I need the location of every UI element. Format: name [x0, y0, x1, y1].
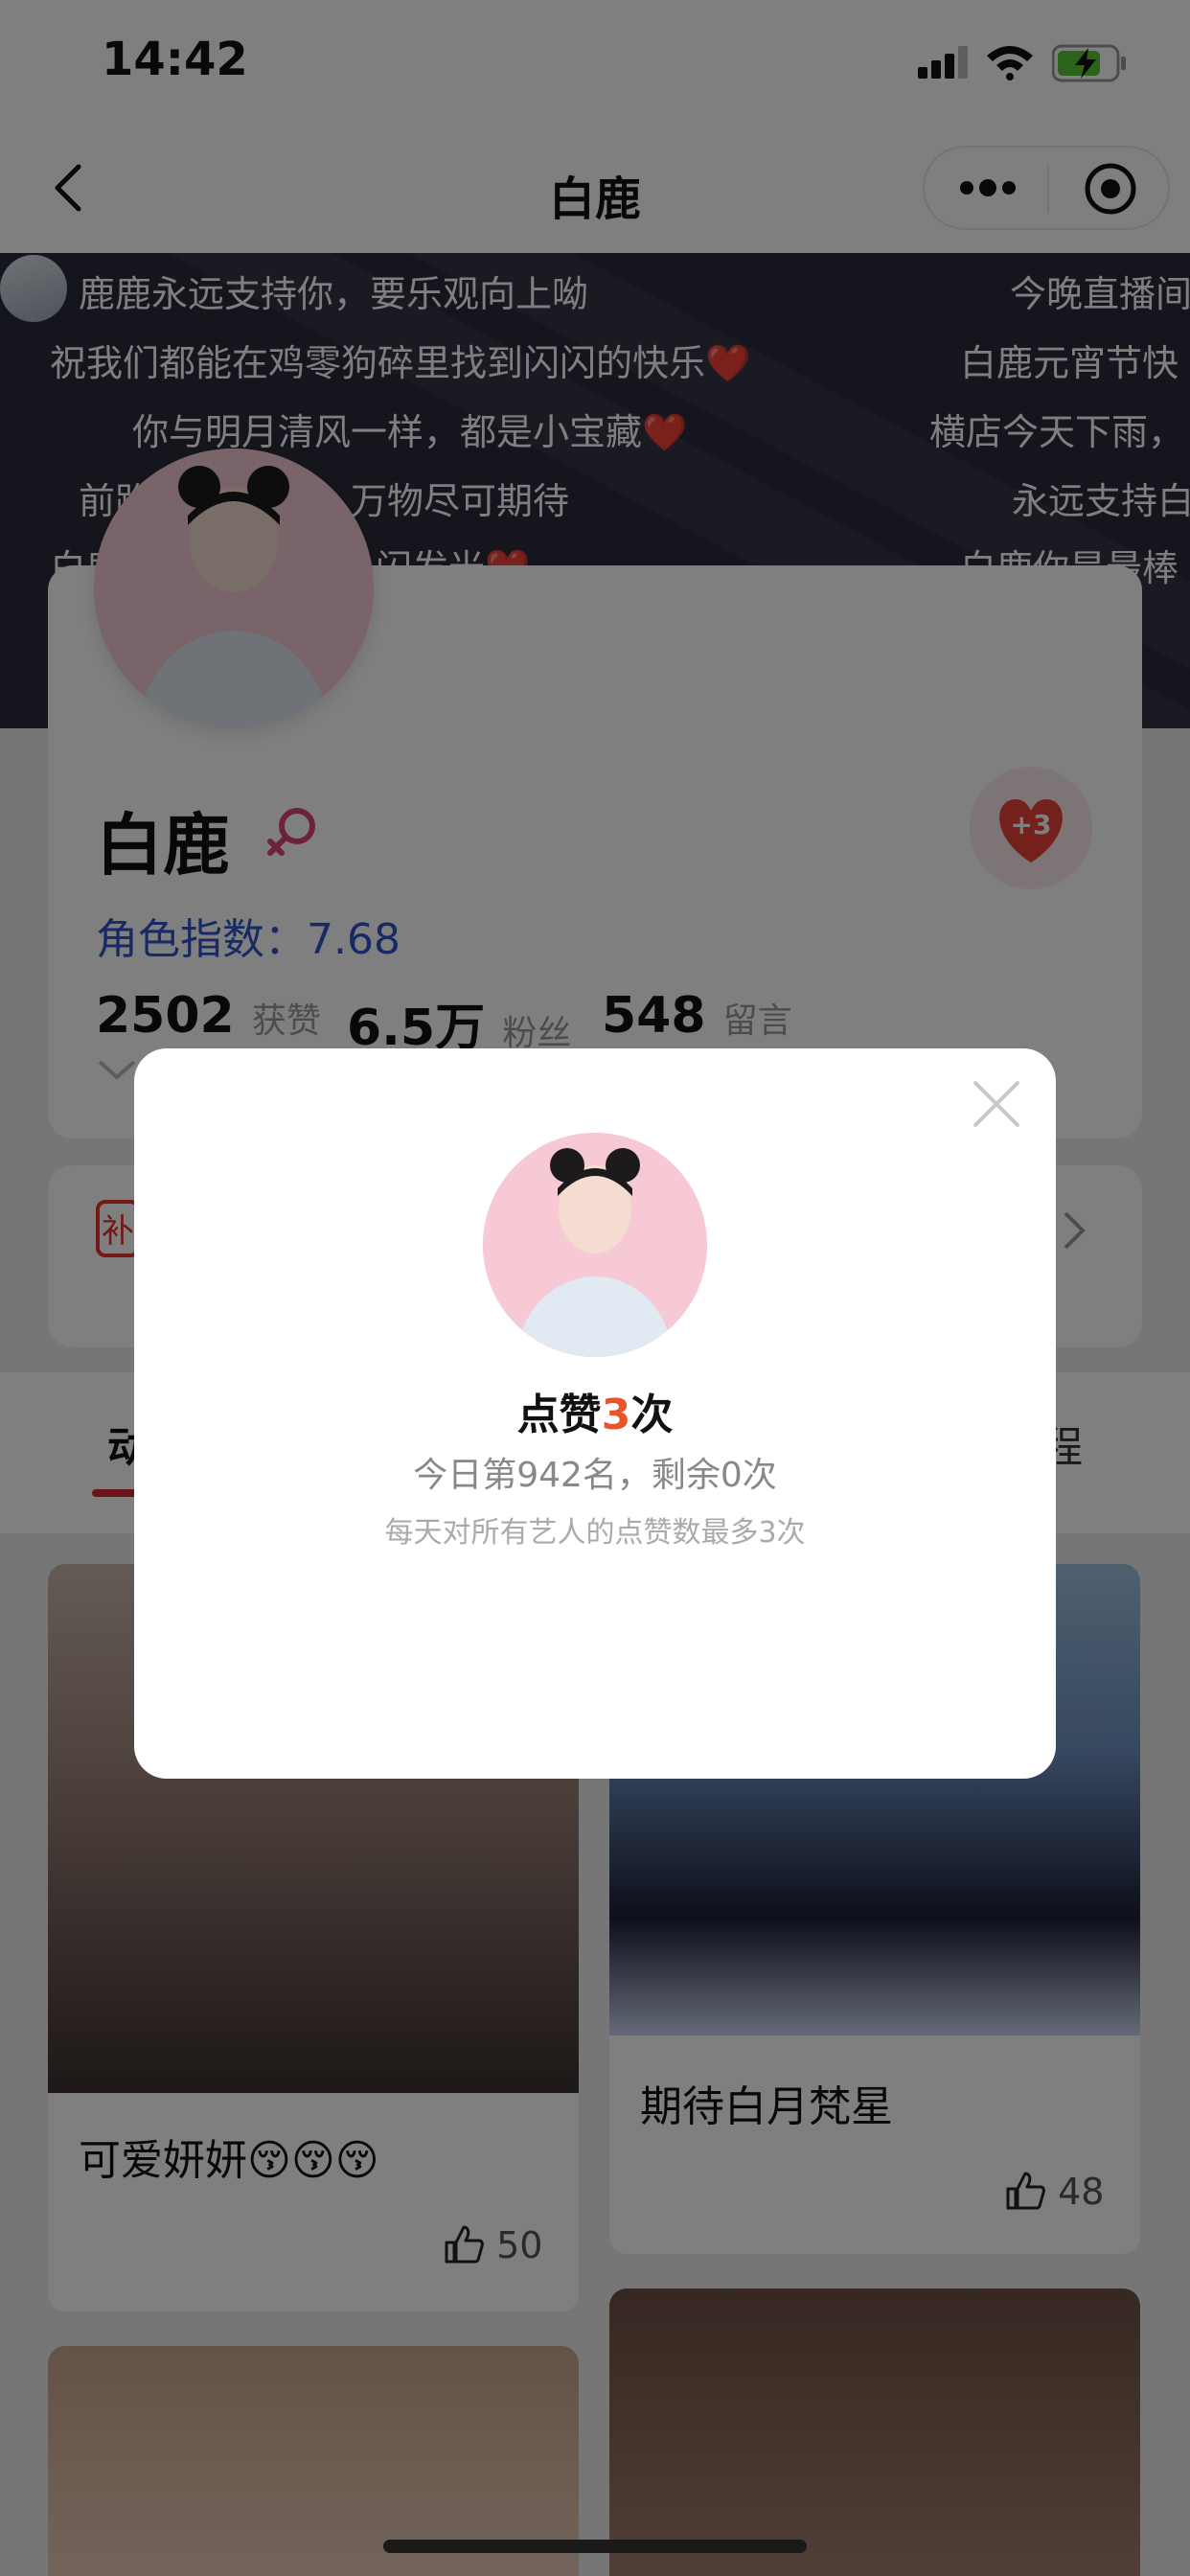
title-prefix: 点赞: [516, 1391, 602, 1439]
daily-rank-text: 今日第942名，剩余0次: [413, 1456, 777, 1495]
home-indicator[interactable]: [383, 2540, 807, 2553]
close-icon[interactable]: [970, 1077, 1023, 1131]
title-suffix: 次: [630, 1391, 674, 1439]
modal-avatar-image: [483, 1133, 707, 1357]
title-count: 3: [601, 1391, 631, 1439]
modal-avatar: [483, 1133, 707, 1357]
like-limit-note: 每天对所有艺人的点赞数最多3次: [384, 1516, 806, 1550]
like-count-title: 点赞3次: [134, 1380, 1056, 1441]
